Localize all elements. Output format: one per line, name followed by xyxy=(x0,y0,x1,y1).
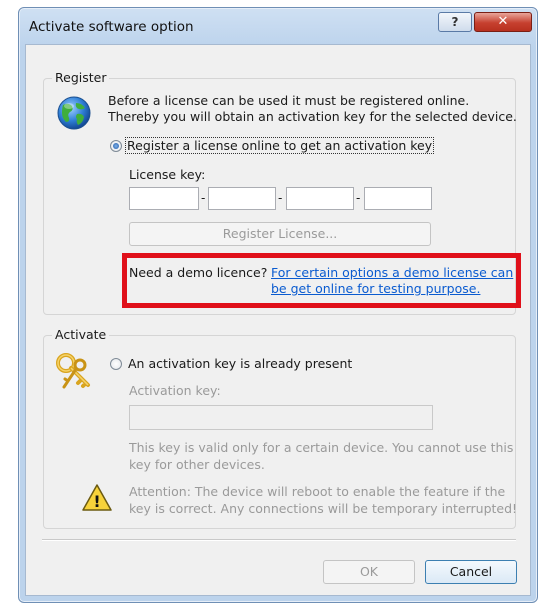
activation-info-line2: key for other devices. xyxy=(129,457,265,472)
buttons-separator xyxy=(42,539,516,541)
register-online-radio-label[interactable]: Register a license online to get an acti… xyxy=(124,137,435,154)
close-button[interactable]: ✕ xyxy=(474,12,532,32)
register-description-line1: Before a license can be used it must be … xyxy=(108,93,470,108)
dialog-client-area: Register Before a license can be used it… xyxy=(25,44,531,596)
license-key-dash-2: - xyxy=(278,191,283,205)
activation-key-present-radio-label[interactable]: An activation key is already present xyxy=(128,356,352,371)
warning-line1: Attention: The device will reboot to ena… xyxy=(129,484,506,499)
license-key-field-2[interactable] xyxy=(208,187,276,210)
close-icon: ✕ xyxy=(497,14,509,29)
warning-exclamation: ! xyxy=(93,492,100,511)
dialog-window: Activate software option ? ✕ Register Be… xyxy=(18,7,538,603)
activation-key-present-radio[interactable] xyxy=(110,358,122,370)
register-description-line2: Thereby you will obtain an activation ke… xyxy=(108,109,517,124)
warning-line2: key is correct. Any connections will be … xyxy=(129,501,518,516)
window-title: Activate software option xyxy=(29,19,194,35)
license-key-dash-3: - xyxy=(356,191,361,205)
license-key-dash-1: - xyxy=(201,191,206,205)
license-key-field-3[interactable] xyxy=(286,187,354,210)
activation-key-input[interactable] xyxy=(129,405,433,430)
demo-license-link-line2[interactable]: be get online for testing purpose. xyxy=(271,281,480,296)
help-icon: ? xyxy=(451,15,459,29)
warning-icon: ! xyxy=(82,484,112,511)
license-key-field-4[interactable] xyxy=(364,187,432,210)
register-license-button[interactable]: Register License... xyxy=(129,222,431,246)
activation-key-label: Activation key: xyxy=(129,383,221,398)
activate-group-label: Activate xyxy=(52,327,110,342)
cancel-button[interactable]: Cancel xyxy=(425,560,517,584)
activation-info-line1: This key is valid only for a certain dev… xyxy=(129,440,514,455)
globe-icon xyxy=(57,96,91,130)
title-bar[interactable]: Activate software option ? ✕ xyxy=(19,8,537,44)
license-key-field-1[interactable] xyxy=(129,187,199,210)
keys-icon xyxy=(56,353,90,389)
register-group-label: Register xyxy=(52,70,110,85)
help-button[interactable]: ? xyxy=(438,12,472,32)
demo-license-link-line1[interactable]: For certain options a demo license can xyxy=(271,265,513,280)
register-online-radio[interactable] xyxy=(110,140,122,152)
demo-license-question: Need a demo licence? xyxy=(129,265,268,280)
license-key-label: License key: xyxy=(129,167,206,182)
ok-button[interactable]: OK xyxy=(323,560,415,584)
